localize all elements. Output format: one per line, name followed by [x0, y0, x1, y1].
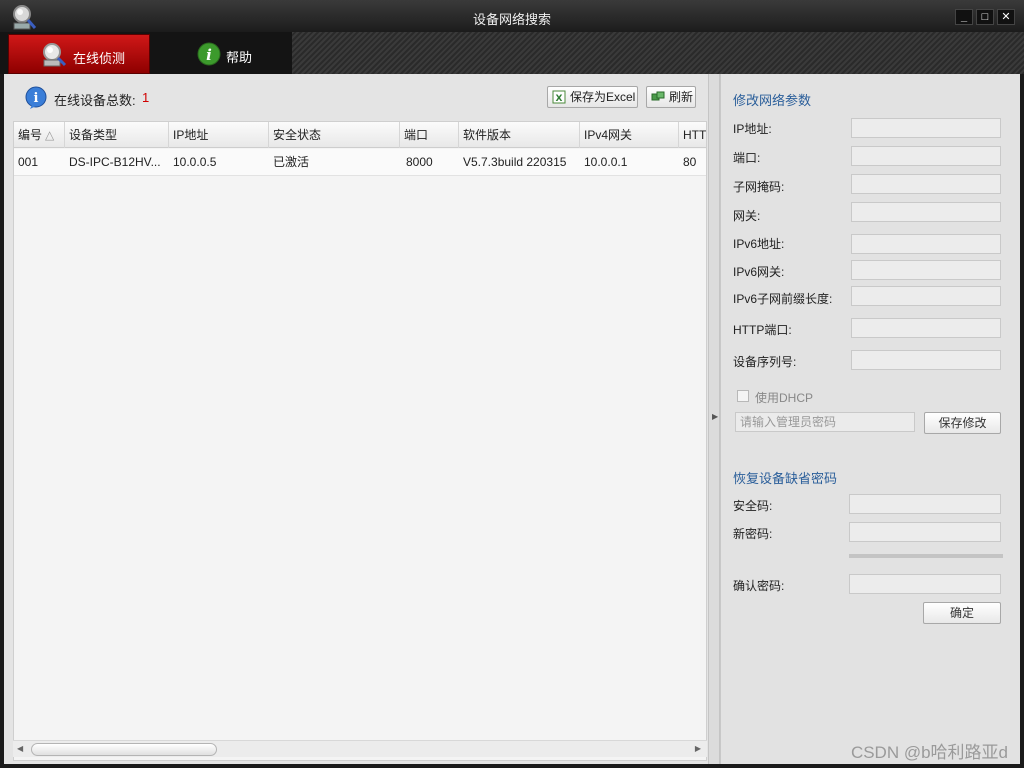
maximize-button[interactable]: □	[976, 9, 994, 25]
table-header: 编号 △ 设备类型 IP地址 安全状态 端口 软件版本 IPv4网关 HTT	[14, 122, 706, 148]
horizontal-scrollbar[interactable]: ◀ ▶	[13, 740, 707, 757]
sort-ascending-icon: △	[45, 128, 55, 142]
save-changes-button[interactable]: 保存修改	[924, 412, 1001, 434]
ipv6-gateway-input[interactable]	[851, 260, 1001, 280]
confirm-password-input[interactable]	[849, 574, 1001, 594]
ipv6-address-label: IPv6地址:	[733, 237, 785, 251]
refresh-label: 刷新	[669, 90, 694, 104]
http-port-input[interactable]	[851, 318, 1001, 338]
cell-security-status: 已激活	[273, 155, 310, 169]
gateway-input[interactable]	[851, 202, 1001, 222]
column-header-ipv4-gateway[interactable]: IPv4网关	[580, 122, 679, 148]
cell-http-port: 80	[683, 155, 697, 169]
dhcp-label: 使用DHCP	[755, 391, 814, 405]
device-list-panel: i 在线设备总数: 1 X 保存为Excel 刷新 编号 △ 设备类型 IP地址 …	[4, 74, 708, 764]
save-excel-label: 保存为Excel	[570, 90, 636, 104]
ipv6-prefix-input[interactable]	[851, 286, 1001, 306]
cell-number: 001	[18, 155, 39, 169]
info-bubble-icon: i	[25, 86, 47, 109]
tab-help[interactable]: i 帮助	[152, 34, 294, 74]
http-port-label: HTTP端口:	[733, 323, 792, 337]
ip-address-label: IP地址:	[733, 122, 772, 136]
cell-ipv4-gateway: 10.0.0.1	[584, 155, 628, 169]
info-icon: i	[197, 42, 221, 66]
watermark: CSDN @b哈利路亚d	[850, 743, 1008, 762]
cell-software-version: V5.7.3build 220315	[463, 155, 567, 169]
tab-online-detection[interactable]: 在线侦测	[8, 34, 150, 74]
column-header-security-status[interactable]: 安全状态	[269, 122, 400, 148]
device-table: 编号 △ 设备类型 IP地址 安全状态 端口 软件版本 IPv4网关 HTT 00…	[13, 121, 707, 761]
column-header-device-type[interactable]: 设备类型	[65, 122, 169, 148]
ipv6-address-input[interactable]	[851, 234, 1001, 254]
ip-address-input[interactable]	[851, 118, 1001, 138]
settings-panel: 修改网络参数 IP地址: 端口: 子网掩码: 网关: IPv6地址: IPv6网…	[720, 74, 1020, 764]
restore-password-title: 恢复设备缺省密码	[733, 471, 838, 486]
ipv6-gateway-label: IPv6网关:	[733, 265, 785, 279]
window-title: 设备网络搜索	[472, 12, 551, 27]
gateway-label: 网关:	[733, 209, 761, 223]
tab-online-detection-label: 在线侦测	[73, 51, 126, 66]
cell-device-type: DS-IPC-B12HV...	[69, 155, 161, 169]
security-code-label: 安全码:	[733, 499, 773, 513]
password-strength-bar	[849, 554, 1003, 558]
serial-number-label: 设备序列号:	[733, 355, 797, 369]
refresh-icon	[651, 91, 665, 101]
ipv6-prefix-label: IPv6子网前缀长度:	[733, 292, 833, 306]
tab-help-label: 帮助	[226, 50, 253, 65]
scrollbar-thumb[interactable]	[31, 743, 217, 756]
port-label: 端口:	[733, 151, 761, 165]
tab-strip: 在线侦测 i 帮助	[0, 32, 1024, 74]
excel-icon: X	[552, 90, 566, 104]
main-frame: i 在线设备总数: 1 X 保存为Excel 刷新 编号 △ 设备类型 IP地址 …	[4, 74, 1020, 764]
collapse-arrow-icon[interactable]: ▶	[712, 412, 718, 421]
subnet-mask-input[interactable]	[851, 174, 1001, 194]
close-button[interactable]: ✕	[997, 9, 1015, 25]
column-header-number[interactable]: 编号 △	[14, 122, 65, 148]
security-code-input[interactable]	[849, 494, 1001, 514]
scroll-right-arrow-icon[interactable]: ▶	[695, 744, 701, 753]
subnet-mask-label: 子网掩码:	[733, 180, 785, 194]
refresh-button[interactable]: 刷新	[646, 86, 696, 108]
network-params-title: 修改网络参数	[733, 93, 812, 108]
online-device-count-label: 在线设备总数:	[54, 93, 136, 108]
svg-text:X: X	[556, 94, 563, 104]
column-header-port[interactable]: 端口	[400, 122, 459, 148]
panel-splitter[interactable]: ▶	[708, 74, 720, 764]
svg-text:i: i	[34, 91, 39, 106]
column-header-software-version[interactable]: 软件版本	[459, 122, 580, 148]
minimize-button[interactable]: _	[955, 9, 973, 25]
column-header-ip[interactable]: IP地址	[169, 122, 269, 148]
svg-text:i: i	[206, 46, 212, 64]
dhcp-checkbox[interactable]	[737, 390, 749, 402]
serial-number-input[interactable]	[851, 350, 1001, 370]
cell-ip: 10.0.0.5	[173, 155, 217, 169]
title-bar: 设备网络搜索 _ □ ✕	[0, 0, 1024, 32]
port-input[interactable]	[851, 146, 1001, 166]
online-device-count: 1	[142, 90, 150, 105]
admin-password-input[interactable]: 请输入管理员密码	[735, 412, 915, 432]
new-password-input[interactable]	[849, 522, 1001, 542]
magnifier-icon	[43, 43, 67, 67]
scroll-left-arrow-icon[interactable]: ◀	[17, 744, 23, 753]
confirm-button[interactable]: 确定	[923, 602, 1001, 624]
table-row[interactable]: 001 DS-IPC-B12HV... 10.0.0.5 已激活 8000 V5…	[14, 149, 706, 176]
save-excel-button[interactable]: X 保存为Excel	[547, 86, 638, 108]
confirm-password-label: 确认密码:	[733, 579, 785, 593]
column-header-http[interactable]: HTT	[679, 122, 706, 148]
cell-port: 8000	[406, 155, 433, 169]
new-password-label: 新密码:	[733, 527, 773, 541]
